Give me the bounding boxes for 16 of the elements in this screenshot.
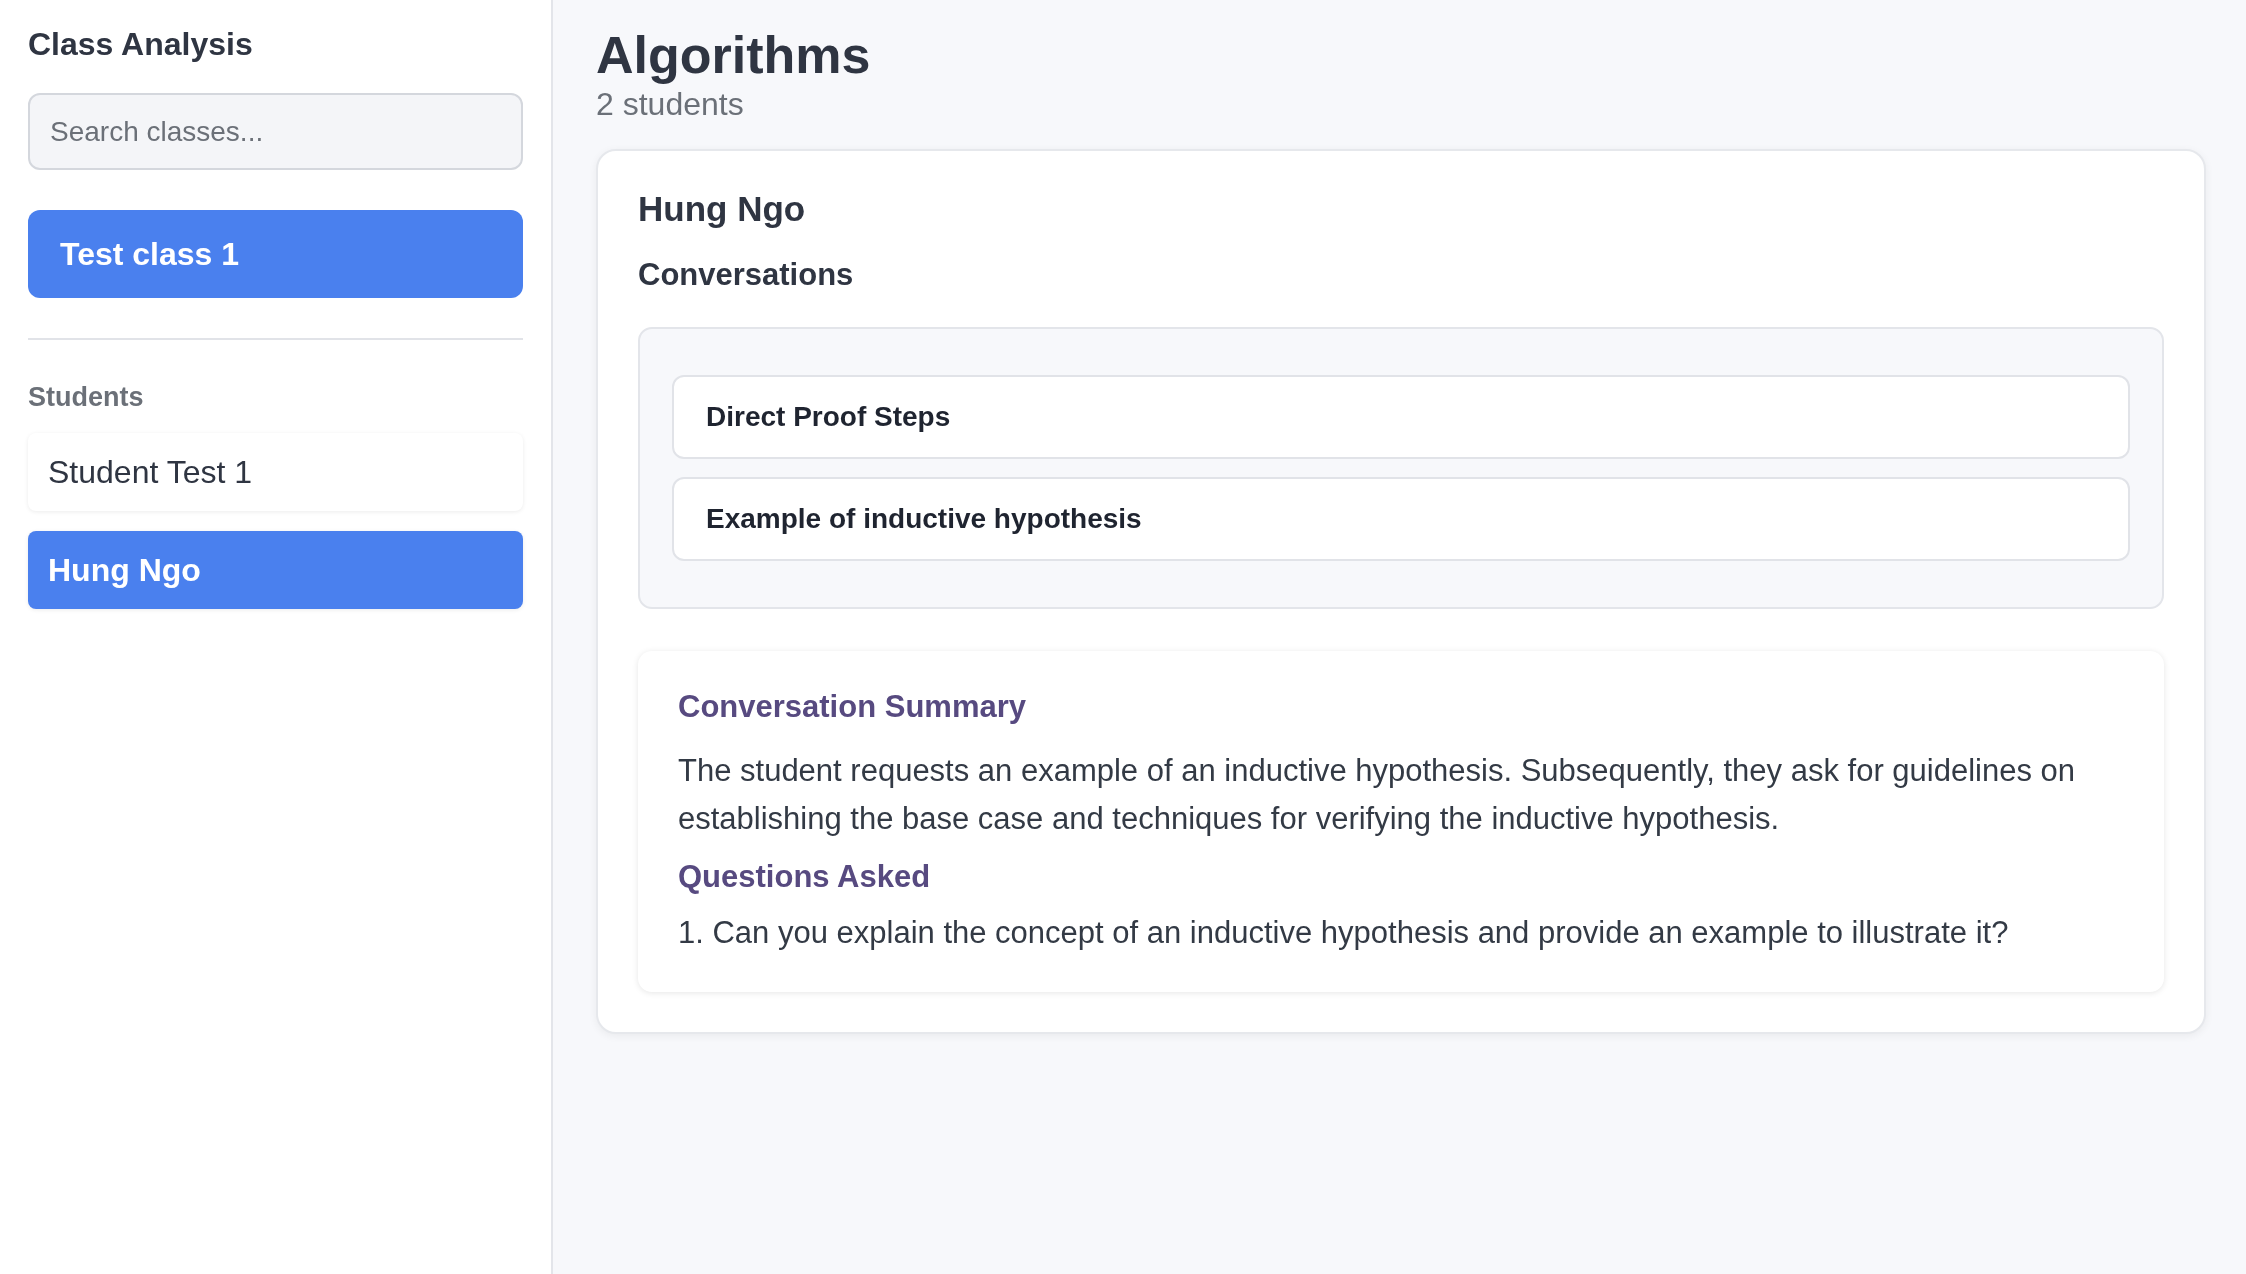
- students-heading: Students: [28, 382, 145, 413]
- class-item[interactable]: Test class 1: [28, 210, 523, 298]
- summary-text: The student requests an example of an inductive hypothesis. Subsequently, they ask for guidelines on establishing the base case and techniques for verifying the inductive hypothesis.: [678, 752, 2076, 838]
- page-title: Algorithms: [596, 25, 872, 86]
- student-item[interactable]: Hung Ngo: [28, 531, 523, 609]
- search-field[interactable]: Search classes...: [28, 93, 523, 170]
- student-name: Hung Ngo: [638, 189, 807, 229]
- questions-heading: Questions Asked: [678, 859, 932, 895]
- student-count: 2 students: [596, 86, 745, 123]
- student-item[interactable]: Student Test 1: [28, 433, 523, 511]
- conversation-item[interactable]: Example of inductive hypothesis: [672, 477, 2130, 561]
- sidebar-title: Class Analysis: [28, 26, 254, 63]
- conversations-heading: Conversations: [638, 257, 855, 293]
- conversation-item[interactable]: Direct Proof Steps: [672, 375, 2130, 459]
- question-text: 1. Can you explain the concept of an inductive hypothesis and provide an example to illustrate it?: [678, 914, 2010, 952]
- summary-heading: Conversation Summary: [678, 689, 1027, 725]
